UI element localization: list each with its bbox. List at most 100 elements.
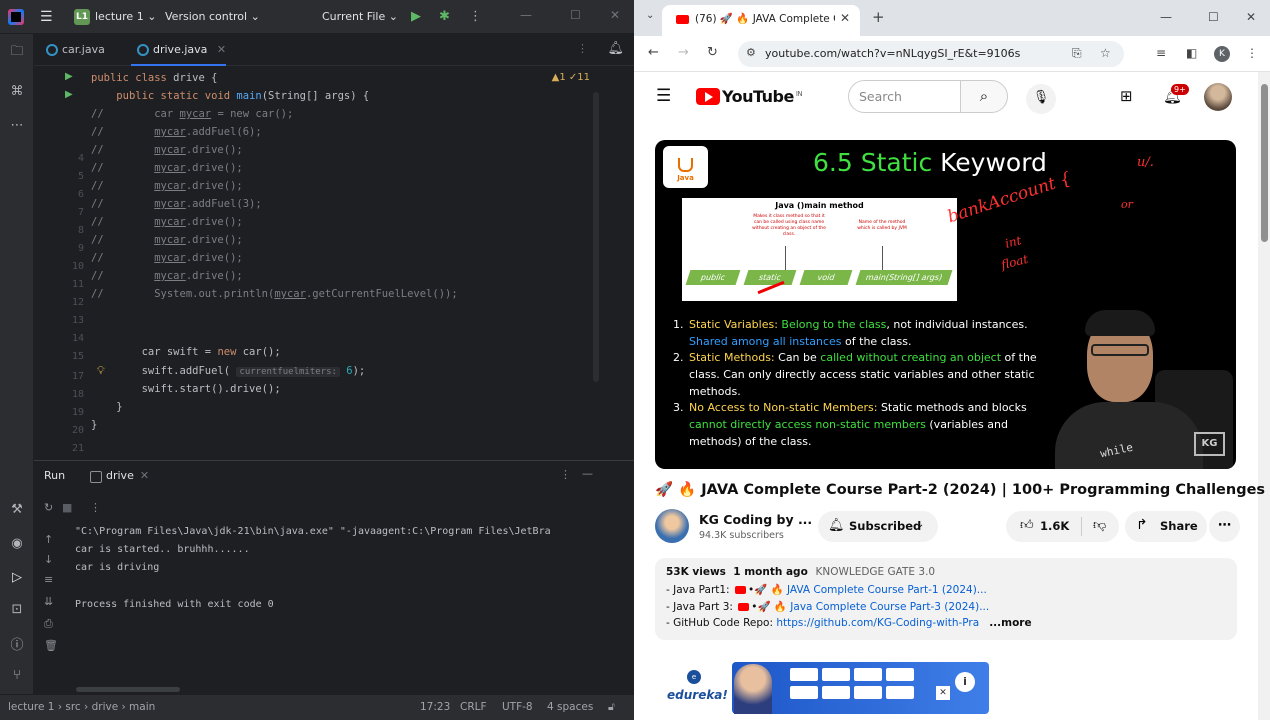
close-window-icon[interactable]: ✕ [610, 8, 620, 22]
site-info-icon[interactable]: ⚙ [746, 46, 756, 59]
breadcrumb-class[interactable]: drive [92, 701, 119, 713]
github-link[interactable]: https://github.com/KG-Coding-with-Pra [776, 617, 979, 629]
tab-drive-java[interactable]: drive.java ✕ [131, 34, 227, 66]
breadcrumb-project[interactable]: lecture 1 [8, 701, 55, 713]
tab-search-icon[interactable]: ⌄ [646, 10, 654, 21]
breadcrumb-method[interactable]: main [129, 701, 155, 713]
clear-console-icon[interactable]: 🗑︎ [44, 639, 58, 652]
console-hscrollbar[interactable] [76, 687, 180, 692]
run-class-gutter-icon[interactable]: ▶ [65, 71, 77, 83]
stop-icon[interactable]: ■ [62, 501, 72, 514]
share-button[interactable]: ↱ Share [1125, 511, 1207, 542]
channel-avatar[interactable] [655, 509, 689, 543]
subscribed-button[interactable]: 🔔︎ Subscribed ⌄ [818, 511, 938, 542]
install-app-icon[interactable]: ⎘ [1072, 46, 1082, 61]
run-tool-icon[interactable]: ▷ [9, 570, 25, 586]
inspection-widget[interactable]: ▲1 ✓11 [552, 72, 590, 83]
services-icon[interactable]: ◉ [9, 536, 25, 552]
channel-watermark[interactable]: KG [1194, 432, 1225, 456]
ad-close-icon[interactable]: ✕ [936, 686, 950, 700]
profile-icon[interactable]: K [1214, 46, 1230, 62]
search-input[interactable]: Search [848, 80, 960, 113]
maximize-icon[interactable]: ☐ [570, 8, 581, 22]
indent-setting[interactable]: 4 spaces [547, 701, 593, 713]
back-icon[interactable]: ← [648, 45, 659, 60]
more-actions-icon[interactable]: ⋮ [469, 9, 482, 24]
lock-icon[interactable]: 🔓︎ [608, 701, 615, 714]
voice-search-icon[interactable]: 🎙︎ [1026, 84, 1056, 114]
close-window-icon[interactable]: ✕ [1246, 10, 1256, 24]
create-icon[interactable]: ⊞ [1120, 87, 1133, 105]
desc-video-link[interactable]: 🚀 🔥 Java Complete Course Part-3 (2024)..… [757, 601, 989, 613]
git-icon[interactable]: ⑂ [9, 668, 25, 684]
debug-icon[interactable]: ✱ [439, 9, 450, 24]
channel-name[interactable]: KG Coding by ... [699, 512, 812, 527]
account-avatar[interactable] [1204, 83, 1232, 111]
address-bar[interactable]: ⚙ youtube.com/watch?v=nNLqygSI_rE&t=9106… [738, 41, 1124, 67]
scroll-to-end-icon[interactable]: ⇊ [44, 595, 53, 608]
dislike-button[interactable]: 👎︎ [1093, 518, 1106, 533]
problems-icon[interactable]: ⓘ [9, 634, 25, 653]
tab-car-java[interactable]: car.java [40, 34, 105, 66]
scroll-down-icon[interactable]: ↓ [44, 553, 53, 566]
like-button[interactable]: 👍︎ [1020, 518, 1034, 533]
side-panel-icon[interactable]: ◧ [1186, 46, 1197, 60]
run-config-selector[interactable]: Current File ⌄ [322, 10, 398, 23]
structure-icon[interactable]: ⌘ [9, 84, 25, 100]
hide-panel-icon[interactable]: — [582, 467, 593, 480]
minimize-icon[interactable]: — [1160, 10, 1172, 24]
browser-tab[interactable]: (76) 🚀 🔥 JAVA Complete Cou ✕ [662, 5, 860, 36]
minimize-icon[interactable]: — [520, 8, 532, 22]
run-tab-drive[interactable]: drive ✕ [90, 469, 149, 483]
maximize-icon[interactable]: ☐ [1208, 10, 1219, 24]
line-endings[interactable]: CRLF [460, 701, 487, 713]
build-icon[interactable]: ⚒ [9, 502, 25, 518]
project-folder-icon[interactable]: 🗀 [9, 42, 25, 59]
advertisement-banner[interactable]: e edureka! ✕ i [667, 662, 989, 720]
main-menu-icon[interactable]: ☰ [40, 9, 53, 25]
soft-wrap-icon[interactable]: ≡ [44, 573, 53, 586]
close-tab-icon[interactable]: ✕ [840, 11, 850, 25]
file-encoding[interactable]: UTF-8 [502, 701, 533, 713]
more-actions-button[interactable]: ⋯ [1209, 511, 1240, 542]
youtube-wordmark[interactable]: YouTube IN [722, 87, 803, 106]
terminal-icon[interactable]: ⊡ [9, 602, 25, 618]
rerun-icon[interactable]: ↻ [44, 501, 53, 514]
show-more-link[interactable]: ...more [989, 617, 1031, 629]
print-icon[interactable]: ⎙ [44, 617, 53, 631]
caret-position[interactable]: 17:23 [420, 701, 450, 713]
run-options-icon[interactable]: ⋮ [560, 468, 571, 481]
media-controls-icon[interactable]: ≡ [1156, 46, 1166, 60]
description-tag[interactable]: KNOWLEDGE GATE 3.0 [815, 566, 935, 578]
tabs-menu-icon[interactable]: ⋮ [577, 42, 588, 55]
video-description[interactable]: 53K views 1 month ago KNOWLEDGE GATE 3.0… [655, 558, 1237, 640]
breadcrumb-src[interactable]: src [65, 701, 80, 713]
ad-info-icon[interactable]: i [955, 672, 975, 692]
youtube-logo-icon[interactable] [696, 88, 720, 105]
vcs-selector[interactable]: Version control ⌄ [165, 10, 260, 23]
close-tab-icon[interactable]: ✕ [217, 43, 226, 56]
page-scrollbar[interactable] [1258, 72, 1270, 720]
run-icon[interactable]: ▶ [411, 9, 421, 24]
code-editor[interactable]: 17 4 5 6 7 8 9 10 11 12 13 14 15 18 19 2… [34, 66, 600, 458]
ad-image[interactable]: ✕ i [732, 662, 989, 714]
scrollbar-thumb[interactable] [1261, 84, 1268, 242]
reload-icon[interactable]: ↻ [707, 45, 718, 60]
run-main-gutter-icon[interactable]: ▶ [65, 89, 77, 101]
video-player[interactable]: Java 6.5 Static Keyword Java ()main meth… [655, 140, 1236, 469]
editor-scrollbar[interactable] [593, 92, 599, 382]
close-run-tab-icon[interactable]: ✕ [140, 469, 149, 482]
desc-video-link[interactable]: 🚀 🔥 JAVA Complete Course Part-1 (2024)..… [754, 584, 987, 596]
bookmark-star-icon[interactable]: ☆ [1100, 46, 1111, 60]
scroll-up-icon[interactable]: ↑ [44, 533, 53, 546]
breadcrumb[interactable]: lecture 1 › src › drive › main [8, 701, 155, 713]
search-button[interactable]: ⌕ [960, 80, 1008, 113]
new-tab-icon[interactable]: + [872, 8, 885, 26]
forward-icon[interactable]: → [678, 45, 689, 60]
guide-menu-icon[interactable]: ☰ [656, 86, 671, 106]
project-selector[interactable]: lecture 1 ⌄ [95, 10, 156, 23]
notifications-icon[interactable]: 🔔︎ [607, 41, 624, 56]
more-run-icon[interactable]: ⋮ [90, 501, 101, 514]
more-tools-icon[interactable]: ⋯ [9, 118, 25, 134]
browser-menu-icon[interactable]: ⋮ [1246, 46, 1258, 60]
